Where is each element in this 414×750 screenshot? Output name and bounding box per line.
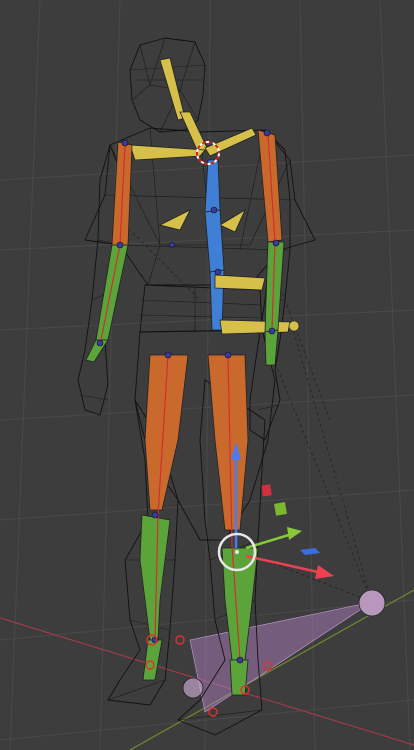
3d-viewport[interactable] <box>0 0 414 750</box>
gizmo-xy-plane[interactable] <box>300 548 320 555</box>
scene-canvas[interactable] <box>0 0 414 750</box>
ik-cone <box>189 601 373 713</box>
left-leg-bones[interactable] <box>139 354 189 681</box>
gizmo-x-arrow[interactable] <box>315 565 334 579</box>
gizmo-y-arrow[interactable] <box>287 527 302 540</box>
ik-target-sphere[interactable] <box>358 589 386 617</box>
head-bones[interactable] <box>129 57 257 233</box>
gizmo-xz-plane[interactable] <box>261 484 272 497</box>
left-arm-bones[interactable] <box>85 141 133 363</box>
ik-pole-sphere[interactable] <box>182 677 204 699</box>
gizmo-center-dot <box>235 550 239 554</box>
gizmo-yz-plane[interactable] <box>274 502 287 516</box>
